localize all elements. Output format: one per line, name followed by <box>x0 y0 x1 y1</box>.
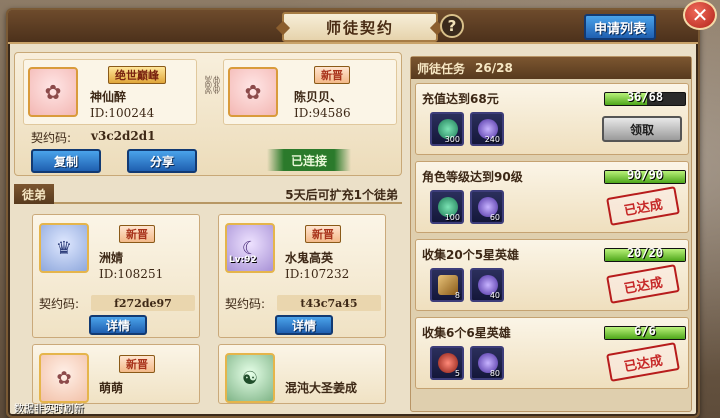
copy-button[interactable]: 复制 <box>31 149 101 173</box>
avatar: ✿ <box>228 67 278 117</box>
avatar: ✿ <box>39 353 89 403</box>
contract-code-value: v3c2d2d1 <box>91 129 156 143</box>
master-card-right[interactable]: ✿ 新晋 陈贝贝、 ID:94586 <box>223 59 397 125</box>
reward-qty: 240 <box>484 135 500 144</box>
task-header-label: 师徒任务 <box>417 61 466 76</box>
level-label: Lv:92 <box>229 255 257 265</box>
apprentice-tab: 徒弟 <box>14 184 54 204</box>
apprentice-header: 徒弟 5天后可扩充1个徒弟 <box>14 184 402 204</box>
task-title: 收集20个5星英雄 <box>422 248 520 262</box>
task-item: 角色等级达到90级 90/90 100 60 已达成 <box>415 161 689 233</box>
contract-code-value: f272de97 <box>91 295 195 311</box>
task-panel: 师徒任务 26/28 充值达到68元 36/68 300 240 领取 角色等级… <box>410 56 692 412</box>
player-id: ID:108251 <box>99 267 164 281</box>
rank-badge: 新晋 <box>119 225 155 243</box>
player-name: 陈贝贝、 <box>294 90 343 104</box>
reward-slot[interactable]: 8 <box>430 268 464 302</box>
detail-button[interactable]: 详情 <box>89 315 147 335</box>
reward-qty: 300 <box>444 135 460 144</box>
task-title: 充值达到68元 <box>422 92 499 106</box>
task-item: 收集20个5星英雄 20/20 8 40 已达成 <box>415 239 689 311</box>
avatar: ☾ <box>225 223 275 273</box>
rank-badge: 绝世巅峰 <box>108 66 166 84</box>
player-id: ID:107232 <box>285 267 350 281</box>
task-item: 收集6个6星英雄 6/6 5 80 已达成 <box>415 317 689 389</box>
progress-text: 20/20 <box>626 246 664 260</box>
expand-note: 5天后可扩充1个徒弟 <box>285 188 398 202</box>
reward-qty: 100 <box>444 213 460 222</box>
avatar: ☯ <box>225 353 275 403</box>
player-name: 萌萌 <box>99 381 124 395</box>
completed-stamp: 已达成 <box>606 342 680 382</box>
apprentice-card[interactable]: ✿ 新晋 萌萌 <box>32 344 200 404</box>
reward-qty: 80 <box>489 369 500 378</box>
contract-code-value: t43c7a45 <box>277 295 381 311</box>
refresh-note: 数据非实时刷新 <box>14 404 84 415</box>
master-card-left[interactable]: ✿ 绝世巅峰 神仙醉 ID:100244 <box>23 59 197 125</box>
completed-stamp: 已达成 <box>606 264 680 304</box>
reward-slot[interactable]: 240 <box>470 112 504 146</box>
apprentice-card[interactable]: ☾ Lv:92 新晋 水鬼高英 ID:107232 契约码: t43c7a45 … <box>218 214 386 338</box>
player-name: 水鬼高英 <box>285 251 334 265</box>
reward-qty: 60 <box>489 213 500 222</box>
player-id: ID:100244 <box>90 106 155 120</box>
contract-code-label: 契约码: <box>39 297 80 311</box>
progress-text: 90/90 <box>626 168 664 182</box>
player-name: 洲婧 <box>99 251 124 265</box>
title-plate: 师徒契约 <box>275 12 445 42</box>
help-button[interactable]: ? <box>440 14 464 38</box>
rank-badge: 新晋 <box>119 355 155 373</box>
reward-slot[interactable]: 100 <box>430 190 464 224</box>
connection-status: 已连接 <box>267 149 351 171</box>
task-count: 26/28 <box>475 61 513 75</box>
avatar: ♛ <box>39 223 89 273</box>
reward-slot[interactable]: 300 <box>430 112 464 146</box>
reward-slot[interactable]: 80 <box>470 346 504 380</box>
avatar: ✿ <box>28 67 78 117</box>
task-item: 充值达到68元 36/68 300 240 领取 <box>415 83 689 155</box>
contract-code-label: 契约码: <box>31 131 72 145</box>
player-name: 神仙醉 <box>90 90 127 104</box>
close-button[interactable]: ✕ <box>683 0 717 30</box>
reward-slot[interactable]: 40 <box>470 268 504 302</box>
progress-text: 36/68 <box>626 90 664 104</box>
reward-slot[interactable]: 5 <box>430 346 464 380</box>
chain-link-icon: ⛓ <box>201 75 224 96</box>
reward-slot[interactable]: 60 <box>470 190 504 224</box>
task-title: 收集6个6星英雄 <box>422 326 511 340</box>
reward-qty: 40 <box>489 291 500 300</box>
reward-qty: 5 <box>454 369 460 378</box>
contract-code-label: 契约码: <box>225 297 266 311</box>
task-header: 师徒任务 26/28 <box>411 57 691 79</box>
rank-badge: 新晋 <box>314 66 350 84</box>
detail-button[interactable]: 详情 <box>275 315 333 335</box>
page-title: 师徒契约 <box>325 18 394 37</box>
master-panel: ✿ 绝世巅峰 神仙醉 ID:100244 ⛓ ✿ 新晋 陈贝贝、 ID:9458… <box>14 52 402 176</box>
player-id: ID:94586 <box>294 106 351 120</box>
claim-button[interactable]: 领取 <box>602 116 682 142</box>
completed-stamp: 已达成 <box>606 186 680 226</box>
progress-text: 6/6 <box>634 324 656 338</box>
share-button[interactable]: 分享 <box>127 149 197 173</box>
task-title: 角色等级达到90级 <box>422 170 523 184</box>
reward-qty: 8 <box>454 291 460 300</box>
player-name: 混沌大圣姜成 <box>285 381 358 395</box>
rank-badge: 新晋 <box>305 225 341 243</box>
apprentice-card[interactable]: ♛ 新晋 洲婧 ID:108251 契约码: f272de97 详情 <box>32 214 200 338</box>
apprentice-card[interactable]: ☯ 混沌大圣姜成 <box>218 344 386 404</box>
apply-list-button[interactable]: 申请列表 <box>584 14 656 40</box>
